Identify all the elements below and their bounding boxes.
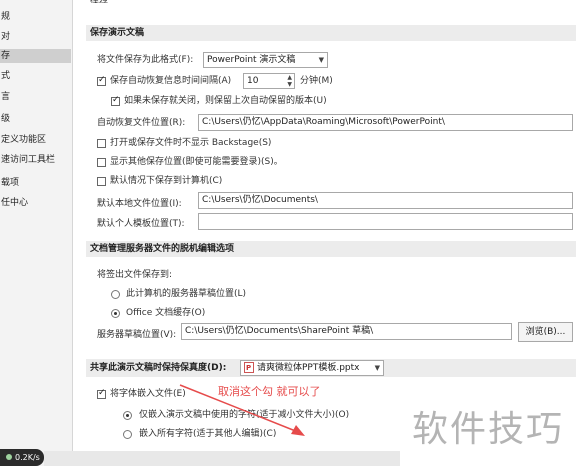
network-speed-value: 0.2K/s (15, 453, 40, 462)
watermark-text: 软件技巧 (411, 409, 564, 450)
network-speed-widget: 0.2K/s (0, 449, 44, 466)
annotation-arrow (179, 384, 305, 436)
network-status-icon (6, 454, 12, 460)
bottom-bar (44, 451, 400, 466)
